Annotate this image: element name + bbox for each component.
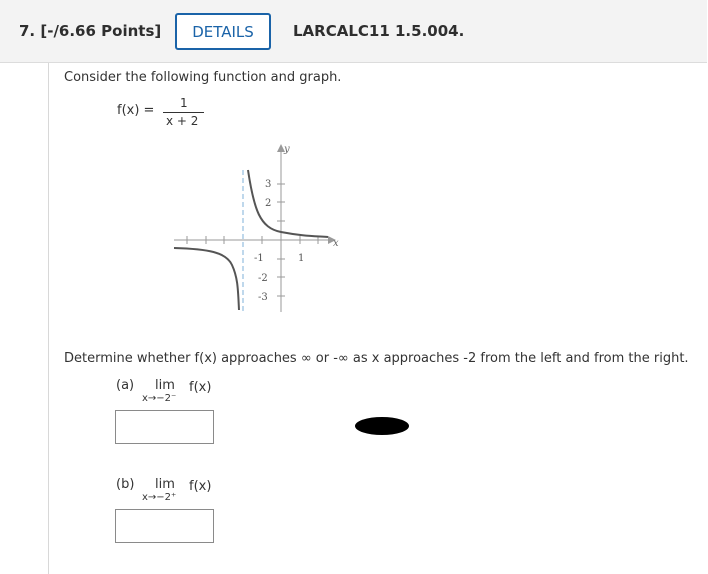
x-tick-neg1: -1 — [254, 253, 264, 264]
part-b-label: (b) — [116, 477, 135, 492]
y-tick-neg2: -2 — [258, 273, 268, 284]
fraction-bar — [163, 112, 204, 113]
question-number: 7. [-/6.66 Points] — [19, 22, 162, 40]
part-a-subscript: x→−2⁻ — [142, 393, 177, 404]
part-a-expr: f(x) — [189, 380, 212, 395]
y-tick-3: 3 — [265, 179, 271, 190]
curve-left-branch — [173, 247, 240, 311]
y-tick-2: 2 — [265, 198, 271, 209]
question-prompt: Determine whether f(x) approaches ∞ or -… — [64, 351, 689, 366]
curve-right-branch — [247, 169, 329, 238]
part-a-answer-input[interactable] — [115, 410, 214, 444]
part-b-expr: f(x) — [189, 479, 212, 494]
part-a-lim: lim — [155, 378, 175, 393]
y-tick-neg3: -3 — [258, 292, 268, 303]
redacted-mark — [355, 417, 409, 435]
problem-code: LARCALC11 1.5.004. — [293, 22, 465, 40]
question-header: 7. [-/6.66 Points] DETAILS LARCALC11 1.5… — [0, 0, 707, 63]
x-tick-1: 1 — [298, 253, 304, 264]
details-button[interactable]: DETAILS — [175, 13, 271, 50]
intro-text: Consider the following function and grap… — [64, 70, 342, 85]
part-a-label: (a) — [116, 378, 135, 393]
part-b-answer-input[interactable] — [115, 509, 214, 543]
x-axis-label: x — [333, 238, 339, 249]
function-lhs: f(x) = — [117, 103, 155, 118]
part-b-lim: lim — [155, 477, 175, 492]
function-graph: y x 3 2 -2 -3 -1 1 — [173, 144, 339, 312]
part-b-subscript: x→−2⁺ — [142, 492, 177, 503]
function-denominator: x + 2 — [166, 114, 199, 128]
function-numerator: 1 — [180, 96, 188, 110]
y-axis-label: y — [283, 144, 290, 155]
content-left-border — [48, 63, 49, 574]
